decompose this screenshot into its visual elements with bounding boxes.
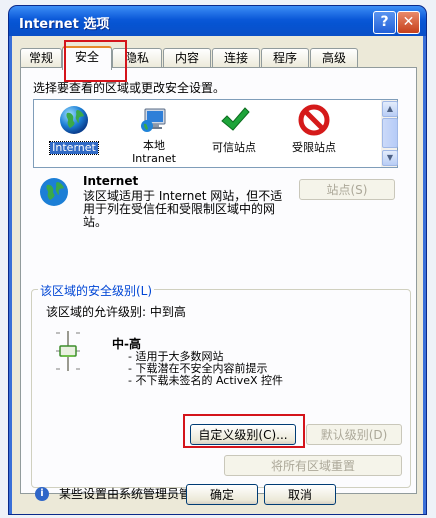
title-bar[interactable]: Internet 选项 ? ✕ [9, 6, 426, 36]
selected-zone-globe-icon [40, 178, 68, 206]
globe-icon [60, 106, 88, 134]
internet-options-dialog: Internet 选项 ? ✕ 常规 安全 隐私 内容 连接 程序 高级 选择要… [9, 6, 426, 514]
security-panel: 选择要查看的区域或更改安全设置。 Internet 本地 Intranet 可信… [20, 67, 417, 501]
selected-zone-name: Internet [83, 174, 139, 188]
sites-button[interactable]: 站点(S) [299, 179, 395, 200]
help-button[interactable]: ? [373, 11, 396, 34]
tab-programs[interactable]: 程序 [261, 48, 309, 68]
zone-internet[interactable]: Internet [34, 104, 114, 155]
zone-label: 可信站点 [212, 141, 256, 154]
allowed-levels-text: 该区域的允许级别: 中到高 [46, 305, 186, 319]
zone-local-intranet[interactable]: 本地 Intranet [114, 104, 194, 165]
zone-instruction: 选择要查看的区域或更改安全设置。 [33, 81, 226, 95]
tab-advanced[interactable]: 高级 [310, 48, 358, 68]
tab-connections[interactable]: 连接 [212, 48, 260, 68]
tab-privacy[interactable]: 隐私 [112, 48, 162, 68]
info-icon: i [35, 486, 49, 501]
custom-level-button[interactable]: 自定义级别(C)... [190, 424, 296, 445]
tab-content[interactable]: 内容 [163, 48, 211, 68]
security-level-description: - 适用于大多数网站 - 下载潜在不安全内容前提示 - 不下载未签名的 Acti… [128, 351, 283, 387]
default-level-button[interactable]: 默认级别(D) [306, 424, 402, 445]
zone-list: Internet 本地 Intranet 可信站点 受限站点 [33, 99, 383, 168]
level-item: - 不下载未签名的 ActiveX 控件 [128, 374, 284, 387]
scroll-thumb[interactable] [382, 118, 398, 148]
reset-all-zones-button[interactable]: 将所有区域重置 [224, 455, 402, 476]
scroll-up-arrow-icon[interactable]: ▲ [382, 101, 398, 117]
dialog-client: 常规 安全 隐私 内容 连接 程序 高级 选择要查看的区域或更改安全设置。 In… [12, 36, 423, 514]
tab-general[interactable]: 常规 [20, 48, 62, 68]
cancel-button[interactable]: 取消 [264, 484, 336, 505]
scroll-down-arrow-icon[interactable]: ▼ [382, 150, 398, 166]
no-entry-icon [298, 104, 330, 136]
zone-label-line2: Intranet [132, 152, 176, 165]
security-level-group: 该区域的安全级别(L) 该区域的允许级别: 中到高 中-高 - 适用于大多数网站… [31, 282, 411, 488]
zone-label: 本地 [143, 139, 165, 152]
checkmark-icon [221, 107, 250, 131]
security-level-slider[interactable] [50, 329, 86, 373]
close-button[interactable]: ✕ [397, 11, 420, 34]
zone-list-scrollbar[interactable]: ▲ ▼ [381, 99, 398, 168]
intranet-icon [141, 108, 166, 132]
security-level-title: 该区域的安全级别(L) [38, 282, 155, 299]
tab-security[interactable]: 安全 [62, 46, 112, 70]
zone-restricted-sites[interactable]: 受限站点 [274, 104, 354, 154]
zone-label: 受限站点 [292, 141, 336, 154]
zone-label: Internet [49, 141, 99, 155]
ok-button[interactable]: 确定 [186, 484, 258, 505]
window-title: Internet 选项 [19, 17, 110, 32]
zone-trusted-sites[interactable]: 可信站点 [194, 104, 274, 154]
selected-zone-description: 该区域适用于 Internet 网站，但不适用于列在受信任和受限制区域中的网站。 [83, 189, 283, 229]
